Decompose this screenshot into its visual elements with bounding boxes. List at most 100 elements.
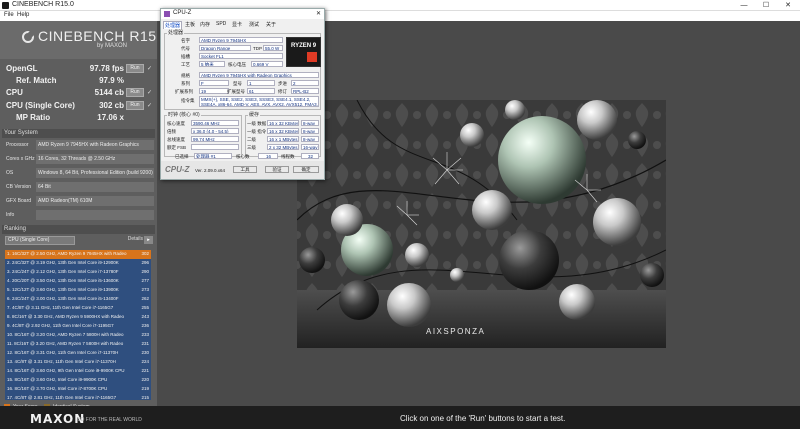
score-row-cpu-single: CPU (Single Core) 302 cb Run ✓ <box>4 100 154 112</box>
cpuz-title: CPU-Z <box>173 10 192 16</box>
ranking-row[interactable]: 7. 4C/8T @ 3.11 GHz, 11th Gen Intel Core… <box>5 304 151 313</box>
ranking-row-label: 15. 8C/16T @ 3.60 GHz, Intel Core i9-990… <box>7 377 108 382</box>
system-key: Processor <box>6 142 29 148</box>
revision-value: RPL-B2 <box>291 88 319 94</box>
ranking-list[interactable]: 1. 16C/32T @ 2.50 GHz, AMD Ryzen 9 7945H… <box>5 250 151 400</box>
ranking-row-score: 220 <box>141 377 149 382</box>
tab-spd[interactable]: SPD <box>216 21 226 27</box>
ranking-row[interactable]: 17. 4C/8T @ 2.81 GHz, 11th Gen Intel Cor… <box>5 394 151 400</box>
system-value: Windows 8, 64 Bit, Professional Edition … <box>36 168 154 178</box>
ranking-row[interactable]: 5. 12C/12T @ 3.60 GHz, 13th Gen Intel Co… <box>5 286 151 295</box>
tab-mainboard[interactable]: 主板 <box>185 21 195 28</box>
system-key: GFX Board <box>6 198 32 204</box>
ranking-row[interactable]: 16. 8C/16T @ 3.70 GHz, Intel Core i7-870… <box>5 385 151 394</box>
ranking-row-label: 9. 4C/8T @ 2.92 GHz, 11th Gen Intel Core… <box>7 323 114 328</box>
ext-model-label: 扩展型号 <box>227 89 245 94</box>
ok-button[interactable]: 确定 <box>293 166 319 173</box>
validate-button[interactable]: 验证 <box>265 166 289 173</box>
cpuz-window[interactable]: CPU-Z ✕ 处理器 主板 内存 SPD 显卡 测试 关于 处理器 名字 AM… <box>160 8 325 180</box>
tab-graphics[interactable]: 显卡 <box>232 21 242 28</box>
ranking-row-label: 7. 4C/8T @ 3.11 GHz, 11th Gen Intel Core… <box>7 305 114 310</box>
l2-label: 二级 <box>247 137 256 142</box>
system-value: 64 Bit <box>36 182 154 192</box>
system-row-os: OS Windows 8, 64 Bit, Professional Editi… <box>2 167 155 179</box>
cpuz-close-button[interactable]: ✕ <box>316 10 321 17</box>
ranking-row[interactable]: 14. 8C/16T @ 3.60 GHz, 9th Gen Intel Cor… <box>5 367 151 376</box>
ranking-row-score: 233 <box>141 332 149 337</box>
details-label[interactable]: Details <box>128 236 143 242</box>
score-label: CPU <box>6 88 23 97</box>
ranking-row-score: 221 <box>141 368 149 373</box>
ranking-row[interactable]: 6. 24C/24T @ 3.00 GHz, 13th Gen Intel Co… <box>5 295 151 304</box>
logo-subtitle: by MAXON <box>97 43 128 49</box>
ranking-row-score: 231 <box>141 341 149 346</box>
ranking-row[interactable]: 11. 8C/16T @ 3.20 GHz, AMD Ryzen 7 5800H… <box>5 340 151 349</box>
ranking-row-label: 1. 16C/32T @ 2.50 GHz, AMD Ryzen 9 7945H… <box>7 251 127 256</box>
maximize-button[interactable]: ☐ <box>755 0 777 11</box>
ranking-row-score: 243 <box>141 314 149 319</box>
ranking-row-score: 262 <box>141 296 149 301</box>
minimize-button[interactable]: — <box>733 0 755 11</box>
processor-select[interactable]: 处理器 #1 <box>194 153 232 159</box>
ranking-row[interactable]: 15. 8C/16T @ 3.60 GHz, Intel Core i9-990… <box>5 376 151 385</box>
tab-memory[interactable]: 内存 <box>200 21 210 28</box>
ryzen-logo: RYZEN 9 <box>286 37 321 67</box>
ranking-row[interactable]: 1. 16C/32T @ 2.50 GHz, AMD Ryzen 9 7945H… <box>5 250 151 259</box>
cinebench-app-icon <box>2 2 9 9</box>
ranking-row[interactable]: 2. 24C/32T @ 3.19 GHz, 13th Gen Intel Co… <box>5 259 151 268</box>
menu-help[interactable]: Help <box>17 12 29 18</box>
ranking-row-label: 12. 8C/16T @ 3.31 GHz, 11th Gen Intel Co… <box>7 350 119 355</box>
clocks-group-label: 时钟 (核心 #0) <box>167 111 201 118</box>
run-cpu-button[interactable]: Run <box>126 88 144 97</box>
revision-label: 修订 <box>278 89 287 94</box>
ranking-row[interactable]: 12. 8C/16T @ 3.31 GHz, 11th Gen Intel Co… <box>5 349 151 358</box>
tab-processor[interactable]: 处理器 <box>163 21 183 29</box>
ranking-row[interactable]: 10. 8C/16T @ 3.20 GHz, AMD Ryzen 7 5800H… <box>5 331 151 340</box>
tools-button[interactable]: 工具 <box>233 166 257 173</box>
close-button[interactable]: ✕ <box>777 0 799 11</box>
info-input[interactable] <box>36 210 154 220</box>
system-row-info: Info <box>2 209 155 221</box>
ranking-row[interactable]: 9. 4C/8T @ 2.92 GHz, 11th Gen Intel Core… <box>5 322 151 331</box>
score-label: OpenGL <box>6 64 38 73</box>
ranking-row-label: 11. 8C/16T @ 3.20 GHz, AMD Ryzen 7 5800H… <box>7 341 124 346</box>
score-label: CPU (Single Core) <box>6 101 75 110</box>
maxon-tagline: 3D FOR THE REAL WORLD <box>78 417 142 423</box>
ranking-row[interactable]: 3. 24C/24T @ 2.12 GHz, 13th Gen Intel Co… <box>5 268 151 277</box>
ranking-row-score: 215 <box>141 395 149 400</box>
tab-about[interactable]: 关于 <box>266 21 276 28</box>
l3-way: 16-way <box>301 144 319 150</box>
tdp-value: 55.0 W <box>263 45 283 51</box>
rated-fsb-label: 额定 FSB <box>167 145 187 150</box>
ranking-row-label: 13. 4C/8T @ 3.31 GHz, 11th Gen Intel Cor… <box>7 359 116 364</box>
model-label: 型号 <box>233 81 242 86</box>
status-hint: Click on one of the 'Run' buttons to sta… <box>400 414 566 423</box>
cpuz-version: Ver. 2.09.0.x64 <box>195 168 226 173</box>
ranking-row[interactable]: 8. 8C/16T @ 3.30 GHz, AMD Ryzen 9 5900HX… <box>5 313 151 322</box>
ranking-select[interactable]: CPU (Single Core) <box>5 236 75 245</box>
ranking-row[interactable]: 4. 20C/20T @ 3.50 GHz, 13th Gen Intel Co… <box>5 277 151 286</box>
score-value: 5144 cb <box>94 88 124 97</box>
tab-bench[interactable]: 测试 <box>249 21 259 28</box>
ext-model-value: 61 <box>247 88 275 94</box>
ranking-row-label: 6. 24C/24T @ 3.00 GHz, 13th Gen Intel Co… <box>7 296 119 301</box>
menu-file[interactable]: File <box>4 12 14 18</box>
instructions-value: MMX(+), SSE, SSE2, SSE3, SSSE3, SSE4.1, … <box>199 96 319 107</box>
cinebench-logo: CINEBENCH R15 by MAXON <box>0 21 157 59</box>
l2-value: 16 x 1 MBytes <box>267 136 299 142</box>
ext-family-value: 19 <box>199 88 229 94</box>
run-opengl-button[interactable]: Run <box>126 64 144 73</box>
threads-value: 32 <box>301 153 319 159</box>
ranking-row[interactable]: 13. 4C/8T @ 3.31 GHz, 11th Gen Intel Cor… <box>5 358 151 367</box>
details-arrow-icon[interactable]: ▸ <box>144 236 153 244</box>
l3-label: 三级 <box>247 145 256 150</box>
ranking-row-label: 3. 24C/24T @ 2.12 GHz, 13th Gen Intel Co… <box>7 269 119 274</box>
check-icon: ✓ <box>146 103 152 109</box>
l1-inst-value: 16 x 32 KBytes <box>267 128 299 134</box>
stepping-value: 2 <box>291 80 319 86</box>
menu-bar: File Help <box>0 11 800 21</box>
cinebench-window: CINEBENCH R15.0 — ☐ ✕ File Help CINEBENC… <box>0 0 800 429</box>
ranking-header: Ranking <box>2 225 155 234</box>
run-cpu-single-button[interactable]: Run <box>126 101 144 110</box>
technology-value: 5 纳米 <box>199 61 225 67</box>
